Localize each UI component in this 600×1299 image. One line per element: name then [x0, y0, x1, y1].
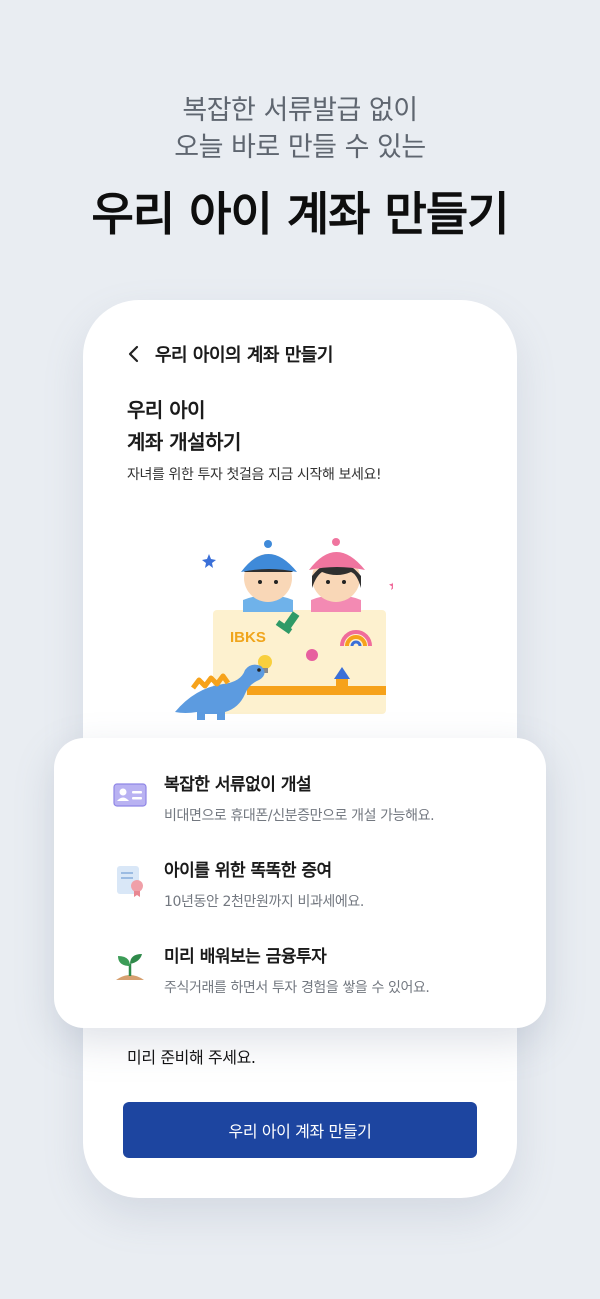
feature-description: 주식거래를 하면서 투자 경험을 쌓을 수 있어요. [164, 980, 430, 996]
feature-item: 아이를 위한 똑똑한 증여 10년동안 2천만원까지 비과세에요. [112, 856, 364, 911]
sprout-icon [116, 954, 144, 980]
feature-title: 미리 배워보는 금융투자 [164, 947, 327, 967]
nav-bar: 우리 아이의 계좌 만들기 [127, 340, 333, 368]
board-label: IBKS [230, 629, 266, 646]
feature-description: 비대면으로 휴대폰/신분증만으로 개설 가능해요. [164, 808, 435, 824]
create-account-button[interactable]: 우리 아이 계좌 만들기 [123, 1102, 477, 1158]
feature-title: 아이를 위한 똑똑한 증여 [164, 861, 332, 881]
id-card-icon [113, 783, 147, 807]
feature-item: 미리 배워보는 금융투자 주식거래를 하면서 투자 경험을 쌓을 수 있어요. [112, 942, 430, 997]
certificate-icon [117, 866, 143, 897]
promo-title: 우리 아이 계좌 만들기 [91, 187, 510, 241]
hero-description: 자녀를 위한 투자 첫걸음 지금 시작해 보세요! [127, 467, 382, 483]
kids-illustration: IBKS [175, 538, 393, 720]
back-icon[interactable] [127, 340, 149, 368]
hero-title: 우리 아이 계좌 개설하기 [127, 394, 241, 458]
star-decoration [202, 554, 216, 568]
hero-title-line2: 계좌 개설하기 [127, 430, 241, 454]
feature-title: 복잡한 서류없이 개설 [164, 775, 312, 795]
star-decoration-pink [389, 582, 393, 590]
prepare-note: 미리 준비해 주세요. [127, 1048, 256, 1067]
nav-title: 우리 아이의 계좌 만들기 [155, 345, 333, 366]
feature-item: 복잡한 서류없이 개설 비대면으로 휴대폰/신분증만으로 개설 가능해요. [112, 770, 435, 825]
promo-subtitle-line2: 오늘 바로 만들 수 있는 [174, 132, 426, 163]
feature-description: 10년동안 2천만원까지 비과세에요. [164, 894, 364, 910]
promo-subtitle-line1: 복잡한 서류발급 없이 [182, 95, 418, 126]
hero-title-line1: 우리 아이 [127, 398, 206, 422]
feature-card: 복잡한 서류없이 개설 비대면으로 휴대폰/신분증만으로 개설 가능해요. 아이… [54, 738, 546, 1028]
promo-subtitle: 복잡한 서류발급 없이 오늘 바로 만들 수 있는 [0, 92, 600, 166]
